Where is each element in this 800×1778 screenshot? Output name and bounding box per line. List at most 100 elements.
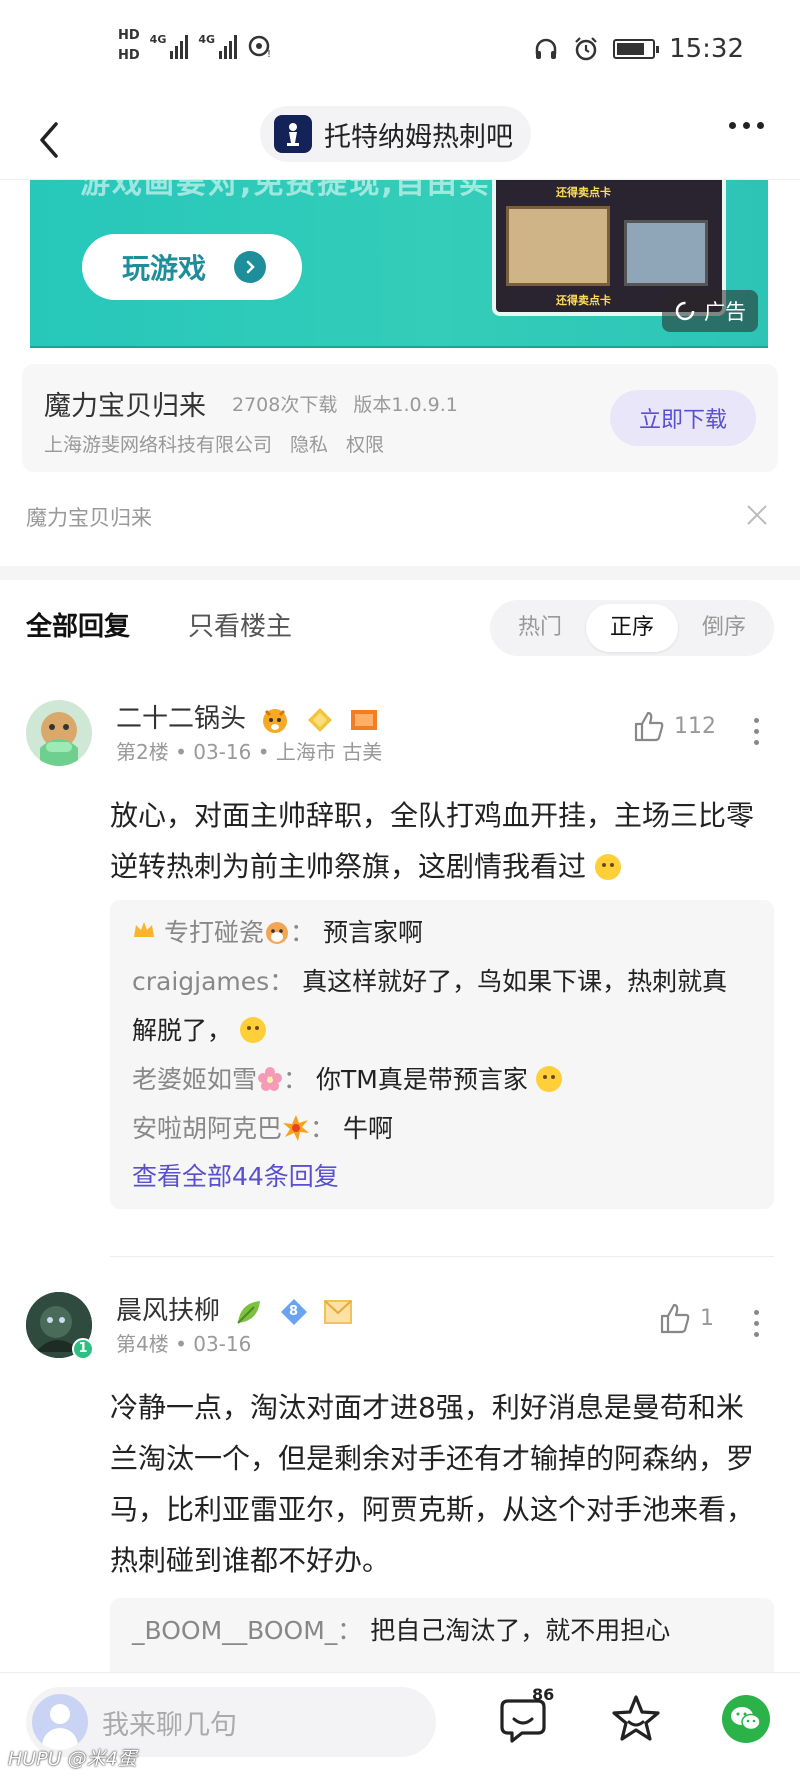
section-divider xyxy=(0,566,800,580)
ad-tag: 广告 xyxy=(662,290,758,332)
app-meta: 2708次下载 版本1.0.9.1 xyxy=(232,390,458,417)
ad-footer-title: 魔力宝贝归来 xyxy=(26,506,152,530)
app-download-card[interactable]: 魔力宝贝归来 2708次下载 版本1.0.9.1 上海游斐网络科技有限公司 隐私… xyxy=(22,364,778,472)
status-bar: HD HD 4G 4G ! 15:32 xyxy=(0,0,800,100)
post-menu-button[interactable] xyxy=(752,718,760,745)
like-button[interactable]: 1 xyxy=(660,1302,714,1334)
sort-ascending[interactable]: 正序 xyxy=(586,604,678,652)
watermark: HUPU @米4蛋 xyxy=(8,1748,137,1770)
permissions-link[interactable]: 权限 xyxy=(346,430,384,457)
game-screen-right xyxy=(624,220,708,286)
like-button[interactable]: 112 xyxy=(634,710,716,742)
reply-tabs: 全部回复 只看楼主 热门 正序 倒序 xyxy=(0,580,800,680)
back-button[interactable] xyxy=(30,112,80,168)
envelope-badge-icon xyxy=(323,1299,352,1324)
my-avatar xyxy=(32,1694,88,1750)
battery-icon xyxy=(613,39,660,59)
laugh-emoji-icon xyxy=(239,1017,266,1043)
sort-hot[interactable]: 热门 xyxy=(494,604,586,652)
ad-image-label-top: 还得卖点卡 xyxy=(556,186,611,199)
svg-text:!: ! xyxy=(267,49,271,59)
signal-2-icon: 4G xyxy=(198,33,238,59)
flower-icon xyxy=(258,1067,283,1091)
close-icon xyxy=(747,505,767,525)
hd-indicator: HD HD xyxy=(118,26,140,66)
app-meta-links: 上海游斐网络科技有限公司 隐私 权限 xyxy=(44,430,384,457)
clock: 15:32 xyxy=(669,34,744,64)
hotspot-icon: ! xyxy=(248,35,271,59)
ad-banner[interactable]: 游戏画要对,免费提现,自由实 玩游戏 还得卖点卡 还得卖点卡 广告 xyxy=(30,180,768,348)
post-meta: 第2楼 • 03-16 • 上海市 古美 xyxy=(116,740,383,764)
level-flag-icon xyxy=(350,709,377,730)
wechat-share-button[interactable] xyxy=(722,1695,770,1743)
play-game-button[interactable]: 玩游戏 xyxy=(82,234,302,300)
user-name[interactable]: 二十二锅头 xyxy=(116,698,379,735)
ad-tag-label: 广告 xyxy=(704,300,746,324)
nav-bar: 托特纳姆热刺吧 xyxy=(0,100,800,180)
explosion-icon xyxy=(283,1115,310,1141)
app-company: 上海游斐网络科技有限公司 xyxy=(44,434,273,456)
reply-item[interactable]: 安啦胡阿克巴： 牛啊 xyxy=(132,1104,752,1153)
arrow-right-icon xyxy=(234,251,267,283)
sort-toggle: 热门 正序 倒序 xyxy=(490,600,774,656)
level-number: 8 xyxy=(289,1303,299,1319)
avatar-level-badge: 1 xyxy=(72,1338,94,1360)
reply-item[interactable]: 专打碰瓷： 预言家啊 xyxy=(132,908,752,957)
dot-icon xyxy=(743,122,750,129)
sweat-emoji-icon xyxy=(535,1066,562,1092)
post-separator xyxy=(110,1256,774,1257)
download-button[interactable]: 立即下载 xyxy=(610,390,756,446)
thumbs-up-icon xyxy=(660,1303,690,1334)
hd2-label: HD xyxy=(118,48,140,63)
post-meta: 第4楼 • 03-16 xyxy=(116,1332,252,1356)
forum-title-pill[interactable]: 托特纳姆热刺吧 xyxy=(260,106,531,162)
favorite-button[interactable] xyxy=(610,1693,662,1745)
diamond-level-badge: 8 xyxy=(279,1297,309,1327)
play-game-label: 玩游戏 xyxy=(122,252,207,285)
avatar[interactable] xyxy=(26,700,92,766)
alarm-icon xyxy=(575,37,597,61)
privacy-link[interactable]: 隐私 xyxy=(290,430,328,457)
comment-placeholder: 我来聊几句 xyxy=(102,1709,237,1741)
game-screen-left xyxy=(506,206,610,286)
chevron-left-icon xyxy=(40,122,58,158)
star-icon xyxy=(612,1695,660,1741)
reply-item[interactable]: craigjames： 真这样就好了，鸟如果下课，热刺就真解脱了， xyxy=(132,957,752,1055)
reply-preview-box[interactable]: _BOOM__BOOM_： 把自己淘汰了，就不用担心 xyxy=(110,1598,774,1678)
dot-icon xyxy=(757,122,764,129)
comment-count: 86 xyxy=(532,1685,555,1704)
tiger-emoji-icon xyxy=(263,708,288,733)
view-all-replies-link[interactable]: 查看全部44条回复 xyxy=(132,1153,752,1201)
thumbs-up-icon xyxy=(634,711,664,742)
forum-name: 托特纳姆热刺吧 xyxy=(324,121,513,153)
reply-item[interactable]: 老婆姬如雪： 你TM真是带预言家 xyxy=(132,1055,752,1104)
status-left: HD HD 4G 4G ! xyxy=(118,26,273,66)
tab-op-only[interactable]: 只看楼主 xyxy=(188,606,292,643)
reply-preview-box[interactable]: 专打碰瓷： 预言家啊 craigjames： 真这样就好了，鸟如果下课，热刺就真… xyxy=(110,900,774,1209)
leaf-icon xyxy=(237,1300,261,1324)
ad-headline: 游戏画要对,免费提现,自由实 xyxy=(80,180,491,201)
refresh-icon xyxy=(675,301,695,321)
crown-icon xyxy=(134,922,154,937)
post-menu-button[interactable] xyxy=(752,1310,760,1337)
status-right: 15:32 xyxy=(533,34,744,64)
forum-logo-icon xyxy=(274,115,312,153)
close-ad-button[interactable] xyxy=(744,502,770,528)
ad-image-label-bottom: 还得卖点卡 xyxy=(556,294,611,307)
post-body: 放心，对面主帅辞职，全队打鸡血开挂，主场三比零逆转热刺为前主帅祭旗，这剧情我看过 xyxy=(110,799,755,883)
grin-emoji-icon xyxy=(594,854,621,880)
like-count: 1 xyxy=(700,1305,714,1331)
sort-descending[interactable]: 倒序 xyxy=(678,604,770,652)
tab-all-replies[interactable]: 全部回复 xyxy=(26,606,130,643)
diamond-level-icon xyxy=(307,707,332,732)
hd1-label: HD xyxy=(118,28,140,43)
dot-icon xyxy=(729,122,736,129)
more-options-button[interactable] xyxy=(729,122,764,129)
app-downloads: 2708次下载 xyxy=(232,394,338,416)
app-version: 版本1.0.9.1 xyxy=(353,394,458,416)
signal-1-icon: 4G xyxy=(150,33,189,59)
reply-item[interactable]: _BOOM__BOOM_： 把自己淘汰了，就不用担心 xyxy=(132,1606,752,1655)
wechat-icon xyxy=(731,1707,761,1731)
headphones-icon xyxy=(535,38,557,59)
user-name[interactable]: 晨风扶柳 8 xyxy=(116,1290,353,1327)
